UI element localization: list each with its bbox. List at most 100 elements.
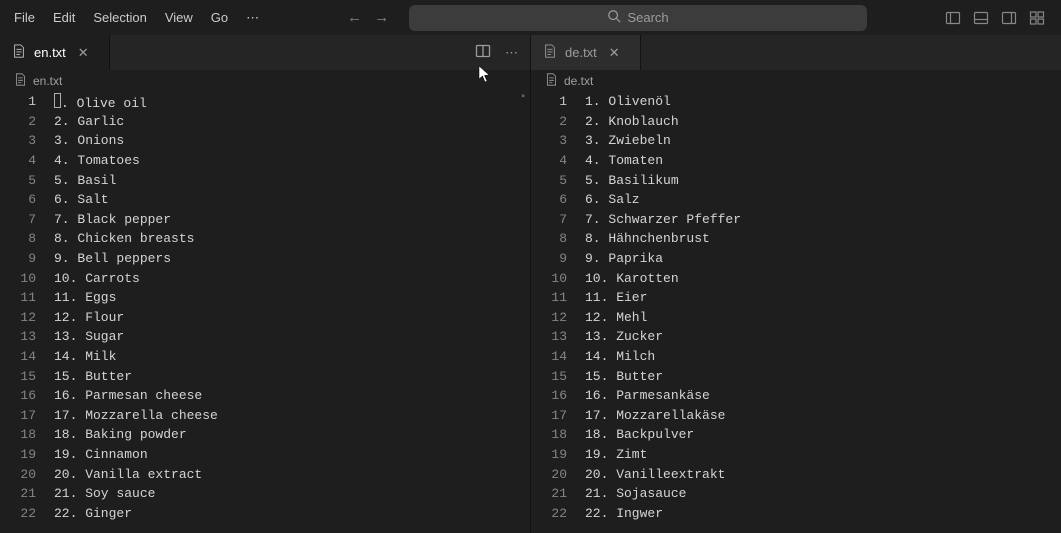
line-number: 18	[0, 427, 54, 442]
toggle-panel-left-icon[interactable]	[945, 10, 961, 26]
editor-left[interactable]: ▪ 1. Olive oil22. Garlic33. Onions44. To…	[0, 92, 530, 533]
code-line[interactable]: 55. Basilikum	[531, 170, 1061, 190]
menu-edit[interactable]: Edit	[45, 6, 83, 29]
code-text: 20. Vanilleextrakt	[585, 467, 725, 482]
close-icon[interactable]: ✕	[609, 45, 620, 61]
nav-back-icon[interactable]: ←	[347, 9, 362, 26]
menu-file[interactable]: File	[6, 6, 43, 29]
code-line[interactable]: 11. Olivenöl	[531, 92, 1061, 112]
code-line[interactable]: 1212. Mehl	[531, 308, 1061, 328]
code-line[interactable]: 2020. Vanilleextrakt	[531, 464, 1061, 484]
code-line[interactable]: 55. Basil	[0, 170, 530, 190]
code-text: 2. Garlic	[54, 114, 124, 129]
code-line[interactable]: 2121. Sojasauce	[531, 484, 1061, 504]
code-line[interactable]: 88. Chicken breasts	[0, 229, 530, 249]
line-number: 8	[0, 231, 54, 246]
code-text: 1. Olivenöl	[585, 94, 671, 109]
code-text: 8. Hähnchenbrust	[585, 231, 710, 246]
code-line[interactable]: 33. Onions	[0, 131, 530, 151]
code-line[interactable]: 1111. Eggs	[0, 288, 530, 308]
line-number: 10	[0, 271, 54, 286]
code-line[interactable]: 1414. Milk	[0, 347, 530, 367]
layout-controls	[945, 10, 1055, 26]
code-line[interactable]: 33. Zwiebeln	[531, 131, 1061, 151]
code-line[interactable]: 1414. Milch	[531, 347, 1061, 367]
code-line[interactable]: 1010. Carrots	[0, 268, 530, 288]
code-text: 6. Salz	[585, 192, 640, 207]
code-text: 12. Mehl	[585, 310, 647, 325]
code-line[interactable]: 1010. Karotten	[531, 268, 1061, 288]
more-actions-icon[interactable]: ⋯	[505, 45, 518, 61]
code-line[interactable]: 99. Bell peppers	[0, 249, 530, 269]
tab-de[interactable]: de.txt ✕	[531, 35, 641, 70]
line-number: 5	[0, 173, 54, 188]
code-line[interactable]: 1212. Flour	[0, 308, 530, 328]
code-line[interactable]: 22. Knoblauch	[531, 112, 1061, 132]
close-icon[interactable]: ✕	[78, 45, 89, 61]
code-line[interactable]: 1616. Parmesankäse	[531, 386, 1061, 406]
code-line[interactable]: 1818. Baking powder	[0, 425, 530, 445]
code-line[interactable]: 2222. Ginger	[0, 503, 530, 523]
nav-forward-icon[interactable]: →	[374, 9, 389, 26]
code-line[interactable]: 1. Olive oil	[0, 92, 530, 112]
code-line[interactable]: 1616. Parmesan cheese	[0, 386, 530, 406]
menu-more[interactable]: ⋯	[238, 6, 269, 30]
code-line[interactable]: 2121. Soy sauce	[0, 484, 530, 504]
code-line[interactable]: 1919. Zimt	[531, 445, 1061, 465]
code-text: . Olive oil	[54, 92, 147, 111]
code-line[interactable]: 66. Salt	[0, 190, 530, 210]
code-line[interactable]: 1515. Butter	[531, 366, 1061, 386]
code-line[interactable]: 44. Tomatoes	[0, 151, 530, 171]
file-icon	[543, 44, 557, 61]
code-line[interactable]: 1515. Butter	[0, 366, 530, 386]
code-line[interactable]: 1818. Backpulver	[531, 425, 1061, 445]
line-number: 6	[531, 192, 585, 207]
line-number: 9	[531, 251, 585, 266]
breadcrumb-right[interactable]: de.txt	[531, 70, 1061, 92]
code-line[interactable]: 1313. Zucker	[531, 327, 1061, 347]
code-line[interactable]: 2020. Vanilla extract	[0, 464, 530, 484]
code-line[interactable]: 66. Salz	[531, 190, 1061, 210]
code-text: 6. Salt	[54, 192, 109, 207]
code-line[interactable]: 99. Paprika	[531, 249, 1061, 269]
code-line[interactable]: 77. Black pepper	[0, 210, 530, 230]
menu-view[interactable]: View	[157, 6, 201, 29]
code-line[interactable]: 1313. Sugar	[0, 327, 530, 347]
toggle-panel-bottom-icon[interactable]	[973, 10, 989, 26]
line-number: 8	[531, 231, 585, 246]
line-number: 12	[0, 310, 54, 325]
code-line[interactable]: 1717. Mozzarella cheese	[0, 406, 530, 426]
code-line[interactable]: 2222. Ingwer	[531, 503, 1061, 523]
menu-selection[interactable]: Selection	[85, 6, 154, 29]
line-number: 9	[0, 251, 54, 266]
split-editor-icon[interactable]	[475, 43, 491, 62]
line-number: 10	[531, 271, 585, 286]
code-line[interactable]: 1717. Mozzarellakäse	[531, 406, 1061, 426]
code-text: 10. Carrots	[54, 271, 140, 286]
line-number: 22	[531, 506, 585, 521]
code-text: 3. Onions	[54, 133, 124, 148]
code-text: 13. Zucker	[585, 329, 663, 344]
menubar: File Edit Selection View Go ⋯ ← → Search	[0, 0, 1061, 35]
nav-arrows: ← →	[347, 9, 389, 26]
breadcrumb-left[interactable]: en.txt	[0, 70, 530, 92]
customize-layout-icon[interactable]	[1029, 10, 1045, 26]
code-line[interactable]: 88. Hähnchenbrust	[531, 229, 1061, 249]
search-input[interactable]: Search	[409, 5, 867, 31]
menu-go[interactable]: Go	[203, 6, 236, 29]
code-text: 14. Milk	[54, 349, 116, 364]
editor-right[interactable]: 11. Olivenöl22. Knoblauch33. Zwiebeln44.…	[531, 92, 1061, 533]
code-line[interactable]: 44. Tomaten	[531, 151, 1061, 171]
code-line[interactable]: 1919. Cinnamon	[0, 445, 530, 465]
line-number: 16	[0, 388, 54, 403]
code-line[interactable]: 77. Schwarzer Pfeffer	[531, 210, 1061, 230]
code-line[interactable]: 22. Garlic	[0, 112, 530, 132]
breadcrumb-label: de.txt	[564, 74, 593, 88]
line-number: 19	[531, 447, 585, 462]
toggle-panel-right-icon[interactable]	[1001, 10, 1017, 26]
tab-en[interactable]: en.txt ✕	[0, 35, 110, 70]
code-text: 8. Chicken breasts	[54, 231, 194, 246]
tab-label: en.txt	[34, 45, 66, 60]
line-number: 14	[0, 349, 54, 364]
code-line[interactable]: 1111. Eier	[531, 288, 1061, 308]
